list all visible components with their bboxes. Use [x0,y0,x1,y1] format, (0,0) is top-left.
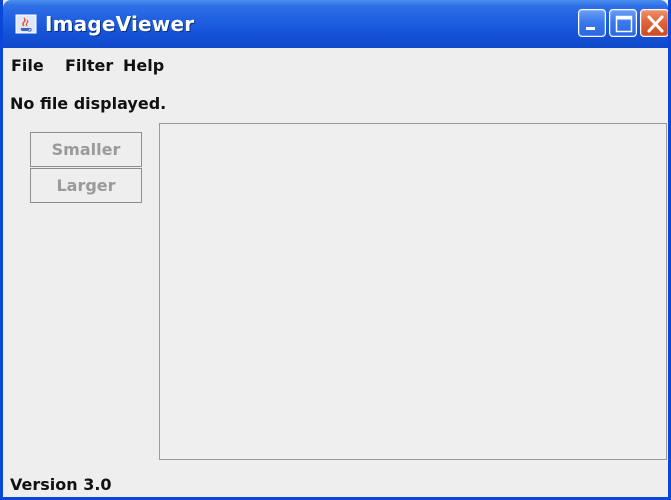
maximize-button[interactable] [609,9,637,37]
menu-file[interactable]: File [11,56,44,75]
larger-button[interactable]: Larger [30,168,142,203]
filename-label: No file displayed. [10,94,167,113]
menu-filter[interactable]: Filter [65,56,113,75]
image-display-panel [159,123,667,460]
close-button[interactable] [640,9,668,37]
maximize-icon [615,15,633,33]
menu-bar: File Filter Help [3,48,668,82]
title-bar[interactable]: ImageViewer [3,0,668,48]
window-title: ImageViewer [45,12,195,36]
minimize-icon [586,27,595,30]
menu-help[interactable]: Help [123,56,164,75]
smaller-button[interactable]: Smaller [30,132,142,167]
image-viewer-window: ImageViewer File Filter Help No file dis… [0,0,671,500]
minimize-button[interactable] [578,9,606,37]
close-icon [647,15,664,33]
version-label: Version 3.0 [10,475,112,494]
java-coffee-cup-icon[interactable] [15,14,37,34]
